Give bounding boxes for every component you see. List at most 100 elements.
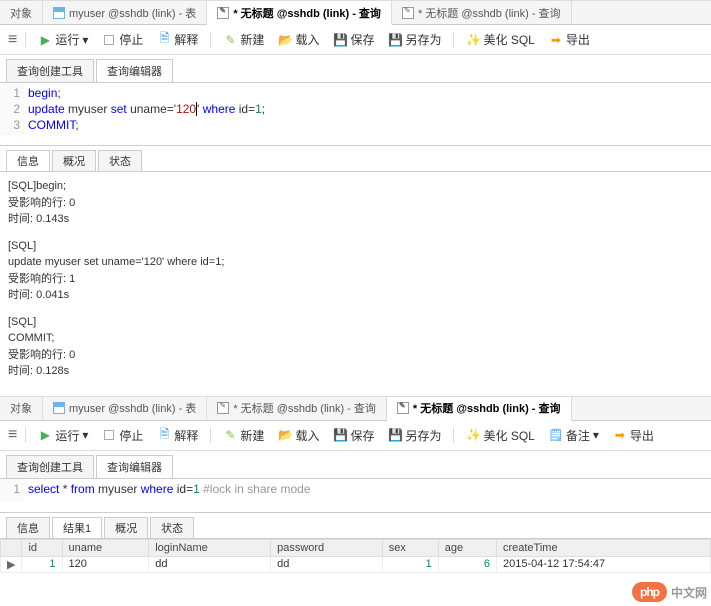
separator: [453, 427, 454, 443]
message-block: [SQL]COMMIT;受影响的行: 0时间: 0.128s: [8, 314, 703, 380]
message-block: [SQL]begin;受影响的行: 0时间: 0.143s: [8, 178, 703, 228]
save-button[interactable]: 💾保存: [329, 29, 378, 50]
col-header[interactable]: sex: [382, 539, 438, 556]
query-icon: [217, 7, 229, 19]
doc-tab[interactable]: * 无标题 @sshdb (link) - 查询: [387, 397, 572, 421]
stop-button[interactable]: 停止: [98, 29, 147, 50]
export-label: 导出: [566, 31, 590, 48]
tab-label: 对象: [10, 400, 32, 416]
menu-icon[interactable]: ≡: [8, 31, 17, 49]
tab-query-editor[interactable]: 查询编辑器: [96, 455, 173, 478]
export-button[interactable]: ➡导出: [609, 425, 658, 446]
save-button[interactable]: 💾保存: [329, 425, 378, 446]
doc-tab[interactable]: * 无标题 @sshdb (link) - 查询: [207, 397, 387, 420]
separator: [25, 427, 26, 443]
col-header[interactable]: createTime: [496, 539, 710, 556]
cell-id[interactable]: 1: [22, 556, 62, 572]
sql-editor[interactable]: 1 select * from myuser where id=1 #lock …: [0, 478, 711, 508]
table-icon: [53, 402, 65, 414]
cell-sex[interactable]: 1: [382, 556, 438, 572]
load-button[interactable]: 📂载入: [274, 425, 323, 446]
export-button[interactable]: ➡导出: [545, 29, 594, 50]
explain-button[interactable]: 🗎解释: [153, 425, 202, 446]
new-button[interactable]: ✎新建: [219, 29, 268, 50]
result-tab[interactable]: 概况: [52, 150, 96, 171]
doc-tab[interactable]: * 无标题 @sshdb (link) - 查询: [392, 1, 572, 24]
separator: [25, 32, 26, 48]
result-tab[interactable]: 状态: [150, 517, 194, 538]
watermark: php 中文网: [632, 582, 707, 602]
beautify-button[interactable]: ✨美化 SQL: [462, 29, 538, 50]
doc-tab[interactable]: 对象: [0, 397, 43, 420]
cell-uname[interactable]: 120: [62, 556, 149, 572]
result-grid: idunameloginNamepasswordsexagecreateTime…: [0, 538, 711, 573]
code-area[interactable]: select * from myuser where id=1 #lock in…: [24, 479, 315, 502]
result-tab[interactable]: 结果1: [52, 517, 102, 538]
dropdown-icon: ▾: [593, 428, 599, 442]
tab-label: * 无标题 @sshdb (link) - 查询: [418, 5, 561, 21]
note-button[interactable]: 🗒备注▾: [545, 425, 603, 446]
doc-tab[interactable]: myuser @sshdb (link) - 表: [43, 397, 207, 420]
tab-query-builder[interactable]: 查询创建工具: [6, 455, 94, 478]
result-tabs: 信息概况状态: [0, 145, 711, 171]
note-label: 备注: [566, 427, 590, 444]
save-label: 保存: [350, 427, 374, 444]
sql-editor[interactable]: 123 begin;update myuser set uname='120' …: [0, 82, 711, 141]
tab-query-editor[interactable]: 查询编辑器: [96, 59, 173, 82]
toolbar: ≡ ▶运行▾ 停止 🗎解释 ✎新建 📂载入 💾保存 💾另存为 ✨美化 SQL 🗒…: [0, 421, 711, 451]
data-table: idunameloginNamepasswordsexagecreateTime…: [0, 539, 711, 573]
cell-loginName[interactable]: dd: [149, 556, 271, 572]
cell-createTime[interactable]: 2015-04-12 17:54:47: [496, 556, 710, 572]
load-button[interactable]: 📂载入: [274, 29, 323, 50]
dropdown-icon: ▾: [82, 428, 88, 442]
row-indicator-header: [1, 539, 22, 556]
dropdown-icon: ▾: [82, 33, 88, 47]
line-gutter: 1: [0, 479, 24, 502]
separator: [210, 427, 211, 443]
tab-label: myuser @sshdb (link) - 表: [69, 5, 196, 21]
result-tab[interactable]: 信息: [6, 517, 50, 538]
doc-tab[interactable]: 对象: [0, 1, 43, 24]
menu-icon[interactable]: ≡: [8, 426, 17, 444]
col-header[interactable]: loginName: [149, 539, 271, 556]
code-area[interactable]: begin;update myuser set uname='120' wher…: [24, 83, 269, 135]
col-header[interactable]: id: [22, 539, 62, 556]
run-label: 运行: [55, 427, 79, 444]
result-tabs: 信息结果1概况状态: [0, 512, 711, 538]
explain-button[interactable]: 🗎解释: [153, 29, 202, 50]
explain-label: 解释: [174, 427, 198, 444]
top-panel: 对象 myuser @sshdb (link) - 表 * 无标题 @sshdb (…: [0, 0, 711, 396]
beautify-label: 美化 SQL: [483, 427, 534, 444]
saveas-button[interactable]: 💾另存为: [384, 425, 445, 446]
cell-password[interactable]: dd: [271, 556, 383, 572]
document-tabs: 对象 myuser @sshdb (link) - 表 * 无标题 @sshdb (…: [0, 1, 711, 25]
col-header[interactable]: password: [271, 539, 383, 556]
load-label: 载入: [295, 427, 319, 444]
beautify-button[interactable]: ✨美化 SQL: [462, 425, 538, 446]
cell-age[interactable]: 6: [438, 556, 496, 572]
run-button[interactable]: ▶运行▾: [34, 425, 92, 446]
result-tab[interactable]: 状态: [98, 150, 142, 171]
doc-tab[interactable]: myuser @sshdb (link) - 表: [43, 1, 207, 24]
query-icon: [217, 402, 229, 414]
run-button[interactable]: ▶运行▾: [34, 29, 92, 50]
saveas-label: 另存为: [405, 31, 441, 48]
table-row[interactable]: ▶1120dddd162015-04-12 17:54:47: [1, 556, 711, 572]
query-icon: [402, 7, 414, 19]
tab-label: * 无标题 @sshdb (link) - 查询: [413, 400, 561, 416]
stop-button[interactable]: 停止: [98, 425, 147, 446]
result-tab[interactable]: 信息: [6, 150, 50, 171]
col-header[interactable]: uname: [62, 539, 149, 556]
load-label: 载入: [295, 31, 319, 48]
run-label: 运行: [55, 31, 79, 48]
save-label: 保存: [350, 31, 374, 48]
doc-tab[interactable]: * 无标题 @sshdb (link) - 查询: [207, 1, 392, 25]
saveas-button[interactable]: 💾另存为: [384, 29, 445, 50]
tab-label: 对象: [10, 5, 32, 21]
col-header[interactable]: age: [438, 539, 496, 556]
explain-label: 解释: [174, 31, 198, 48]
tab-query-builder[interactable]: 查询创建工具: [6, 59, 94, 82]
export-label: 导出: [630, 427, 654, 444]
new-button[interactable]: ✎新建: [219, 425, 268, 446]
result-tab[interactable]: 概况: [104, 517, 148, 538]
